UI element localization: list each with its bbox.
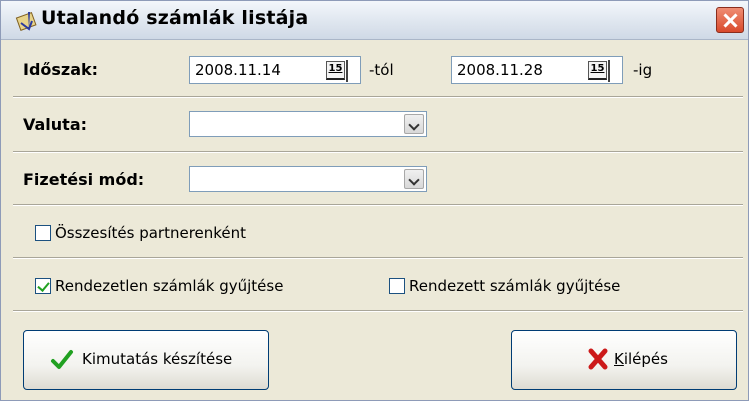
payment-method-row: Fizetési mód: [13, 154, 743, 206]
unsettled-invoices-label[interactable]: Rendezetlen számlák gyűjtése [55, 277, 283, 295]
window-title: Utalandó számlák listája [41, 7, 309, 29]
dialog-window: Utalandó számlák listája Időszak: 2008.1… [0, 0, 749, 401]
calendar-to-icon[interactable]: 15 [586, 60, 610, 82]
red-x-icon [588, 348, 608, 370]
currency-row: Valuta: [13, 99, 743, 153]
exit-label: Kilépés [614, 350, 668, 368]
date-from-field[interactable]: 2008.11.14 15 [189, 56, 361, 84]
invoice-options-row: Rendezetlen számlák gyűjtése Rendezett s… [13, 260, 743, 312]
calendar-from-icon[interactable]: 15 [324, 60, 348, 82]
checkmark-icon [51, 350, 73, 369]
exit-button[interactable]: Kilépés [511, 330, 737, 390]
payment-method-label: Fizetési mód: [23, 170, 145, 189]
title-bar[interactable]: Utalandó számlák listája [1, 1, 748, 40]
close-button[interactable] [716, 7, 744, 33]
unsettled-invoices-checkbox[interactable] [35, 278, 51, 294]
create-report-label: Kimutatás készítése [82, 350, 233, 368]
payment-method-select[interactable] [189, 166, 427, 192]
date-from-suffix: -tól [369, 61, 394, 79]
period-row: Időszak: 2008.11.14 15 -tól 2008.11.28 1… [13, 46, 743, 98]
chevron-down-icon[interactable] [404, 114, 424, 134]
currency-label: Valuta: [23, 115, 88, 134]
date-to-suffix: -ig [633, 61, 653, 79]
date-to-field[interactable]: 2008.11.28 15 [451, 56, 623, 84]
settled-invoices-label[interactable]: Rendezett számlák gyűjtése [409, 277, 620, 295]
calendar-to-glyph: 15 [588, 61, 607, 80]
currency-select[interactable] [189, 111, 427, 137]
calendar-from-glyph: 15 [326, 61, 345, 80]
create-report-button[interactable]: Kimutatás készítése [23, 330, 269, 390]
chevron-down-icon[interactable] [404, 169, 424, 189]
summary-per-partner-label[interactable]: Összesítés partnerenként [55, 224, 246, 242]
money-icon [15, 11, 37, 31]
settled-invoices-checkbox[interactable] [389, 278, 405, 294]
date-to-value: 2008.11.28 [457, 61, 543, 79]
summary-per-partner-checkbox[interactable] [35, 225, 51, 241]
date-from-value: 2008.11.14 [195, 61, 281, 79]
period-label: Időszak: [23, 60, 99, 79]
summary-row: Összesítés partnerenként [13, 207, 743, 259]
